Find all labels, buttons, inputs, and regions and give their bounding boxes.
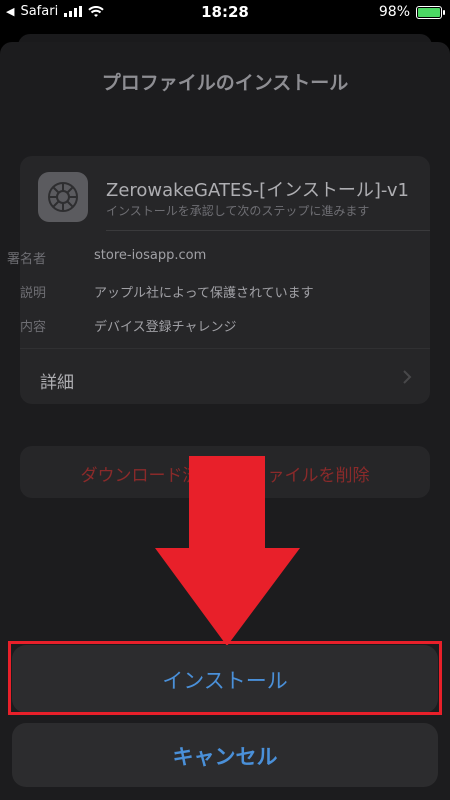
settings-gear-icon <box>38 172 88 222</box>
contents-row: 内容 デバイス登録チャレンジ <box>20 316 430 336</box>
red-arrow-down-icon <box>155 456 300 646</box>
sheet-title: プロファイルのインストール <box>101 72 349 94</box>
cancel-button[interactable]: キャンセル <box>12 723 438 787</box>
description-label: 説明 <box>19 286 46 301</box>
details-row-label[interactable]: 詳細 <box>40 368 74 393</box>
battery-icon <box>416 5 445 19</box>
signer-row: 署名者 store-iosapp.com <box>7 248 430 268</box>
profile-subtitle: インストールを承認して次のステップに進みます <box>106 204 370 218</box>
profile-card: ZerowakeGATES-[インストール]-v1 インストールを承認して次のス… <box>7 156 430 404</box>
signer-label: 署名者 <box>6 252 46 267</box>
description-row: 説明 アップル社によって保護されています <box>20 282 430 302</box>
contents-value: デバイス登録チャレンジ <box>94 320 237 335</box>
cancel-button-label: キャンセル <box>172 745 278 769</box>
status-bar: ◀ Safari 18:28 98% <box>0 0 450 26</box>
details-divider <box>20 348 430 349</box>
chevron-right-icon[interactable] <box>402 369 412 385</box>
install-button-label: インストール <box>162 669 288 693</box>
status-right: 98% <box>378 4 445 20</box>
profile-name: ZerowakeGATES-[インストール]-v1 <box>106 180 409 201</box>
profile-divider <box>106 230 430 231</box>
battery-percent: 98% <box>378 4 410 20</box>
description-value: アップル社によって保護されています <box>94 286 314 301</box>
contents-label: 内容 <box>19 320 46 335</box>
signer-value: store-iosapp.com <box>94 248 207 263</box>
install-button[interactable]: インストール <box>12 645 438 713</box>
